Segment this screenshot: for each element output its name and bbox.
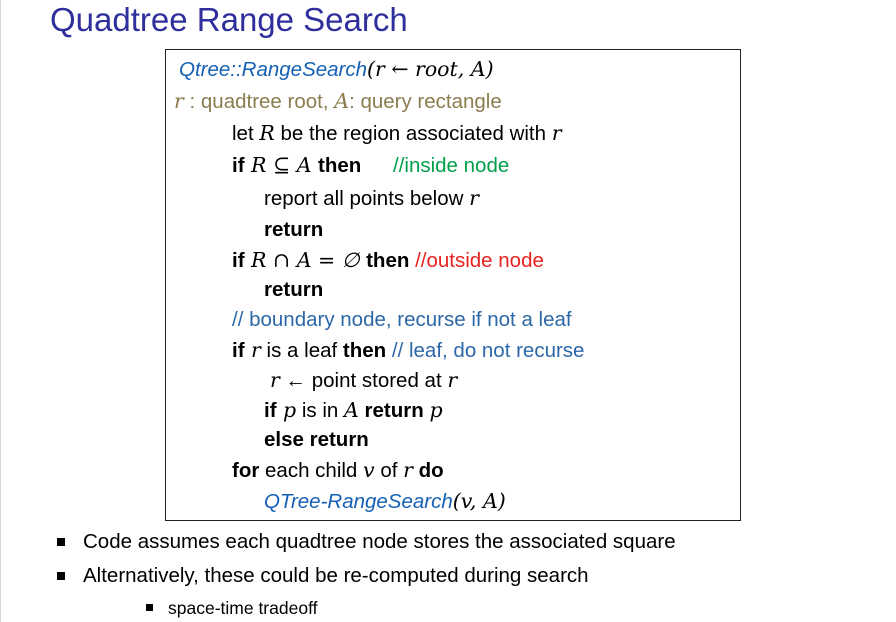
recursive-call-name: QTree-RangeSearch bbox=[264, 490, 453, 513]
for-r: r bbox=[403, 458, 413, 482]
keyword-then: then bbox=[366, 249, 410, 272]
keyword-then: then bbox=[318, 154, 362, 177]
code-line-if-leaf: if r is a leaf then // leaf, do not recu… bbox=[232, 337, 584, 364]
code-line-return-2: return bbox=[264, 278, 324, 301]
code-line-assign: r ← point stored at r bbox=[270, 367, 457, 394]
let-pre: let bbox=[232, 122, 260, 145]
bullet-square-icon bbox=[57, 538, 65, 546]
code-line-else-return: else return bbox=[264, 428, 369, 451]
assign-r2: r bbox=[447, 368, 458, 392]
code-line-params: r : quadtree root, A: query rectangle bbox=[174, 88, 502, 115]
comment-outside: //outside node bbox=[415, 249, 544, 272]
bullet-item: Code assumes each quadtree node stores t… bbox=[83, 530, 676, 553]
bullet-item: Alternatively, these could be re-compute… bbox=[83, 564, 589, 587]
recursive-call-args: (v, A) bbox=[452, 489, 506, 513]
report-text: report all points below bbox=[264, 187, 470, 210]
outside-expr: R ∩ A = ∅ bbox=[244, 248, 367, 272]
slide-title: Quadtree Range Search bbox=[50, 1, 408, 38]
for-of: of bbox=[374, 459, 404, 482]
code-line-for: for each child v of r do bbox=[232, 457, 444, 484]
assign-text: point stored at bbox=[311, 369, 448, 392]
leaf-r: r bbox=[244, 338, 261, 362]
code-line-let: let R be the region associated with r bbox=[232, 120, 562, 147]
assign-r: r bbox=[270, 368, 280, 392]
keyword-if: if bbox=[232, 249, 245, 272]
code-line-return-1: return bbox=[264, 218, 324, 241]
function-args: (r ← root, A) bbox=[367, 57, 494, 81]
if-p-var2: p bbox=[429, 398, 443, 422]
param-r-desc: : quadtree root, bbox=[183, 90, 335, 113]
assign-arrow: ← bbox=[279, 369, 312, 392]
code-line-signature: Qtree::RangeSearch(r ← root, A) bbox=[179, 56, 494, 83]
for-v: v bbox=[363, 458, 375, 482]
report-r: r bbox=[469, 186, 479, 210]
sub-bullet-square-icon bbox=[146, 604, 153, 611]
keyword-if: if bbox=[264, 399, 277, 422]
let-r: r bbox=[551, 121, 562, 145]
keyword-then: then bbox=[342, 339, 387, 362]
code-line-report: report all points below r bbox=[264, 185, 479, 212]
for-mid: each child bbox=[259, 459, 364, 482]
param-a: A bbox=[334, 89, 350, 113]
keyword-for: for bbox=[232, 459, 260, 482]
bullet-square-icon bbox=[57, 572, 65, 580]
if-p-a: A bbox=[344, 398, 359, 422]
sub-bullet-item: space-time tradeoff bbox=[168, 598, 318, 618]
keyword-do: do bbox=[412, 459, 444, 482]
param-a-desc: : query rectangle bbox=[349, 90, 502, 113]
leaf-mid: is a leaf bbox=[260, 339, 343, 362]
if-p-mid: is in bbox=[296, 399, 345, 422]
keyword-if: if bbox=[232, 154, 245, 177]
code-line-call: QTree-RangeSearch(v, A) bbox=[264, 488, 506, 515]
param-r: r bbox=[174, 89, 184, 113]
comment-inside: //inside node bbox=[393, 154, 510, 177]
if-p-var: p bbox=[276, 398, 297, 422]
let-mid: be the region associated with bbox=[274, 122, 552, 145]
pseudocode-box: Qtree::RangeSearch(r ← root, A) r : quad… bbox=[165, 49, 741, 521]
inside-expr: R ⊆ A bbox=[244, 153, 319, 177]
function-name: Qtree::RangeSearch bbox=[179, 58, 368, 81]
keyword-if: if bbox=[232, 339, 245, 362]
code-line-if-inside: if R ⊆ A then //inside node bbox=[232, 152, 509, 179]
code-line-if-p: if p is in A return p bbox=[264, 397, 443, 424]
let-region: R bbox=[259, 121, 275, 145]
code-line-boundary-comment: // boundary node, recurse if not a leaf bbox=[232, 308, 572, 331]
comment-leaf: // leaf, do not recurse bbox=[386, 339, 585, 362]
keyword-return: return bbox=[358, 399, 430, 422]
code-line-if-outside: if R ∩ A = ∅ then //outside node bbox=[232, 247, 544, 274]
slide-edge-rule bbox=[0, 0, 1, 622]
